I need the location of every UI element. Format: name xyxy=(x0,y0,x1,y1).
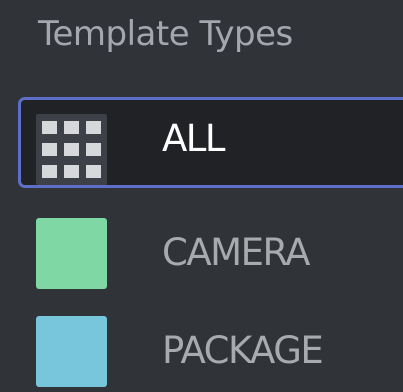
grid-icon xyxy=(36,114,107,185)
template-types-panel: Template Types ALL CAMERA PACKAGE xyxy=(0,0,403,392)
panel-title: Template Types xyxy=(38,14,293,54)
camera-color-swatch xyxy=(36,218,107,289)
type-item-label: CAMERA xyxy=(162,231,310,274)
package-color-swatch xyxy=(36,316,107,387)
type-item-label: PACKAGE xyxy=(162,329,324,372)
type-item-package[interactable]: PACKAGE xyxy=(0,293,385,387)
type-item-camera[interactable]: CAMERA xyxy=(0,195,385,289)
type-item-label: ALL xyxy=(162,117,226,160)
type-item-all[interactable]: ALL xyxy=(18,97,403,188)
